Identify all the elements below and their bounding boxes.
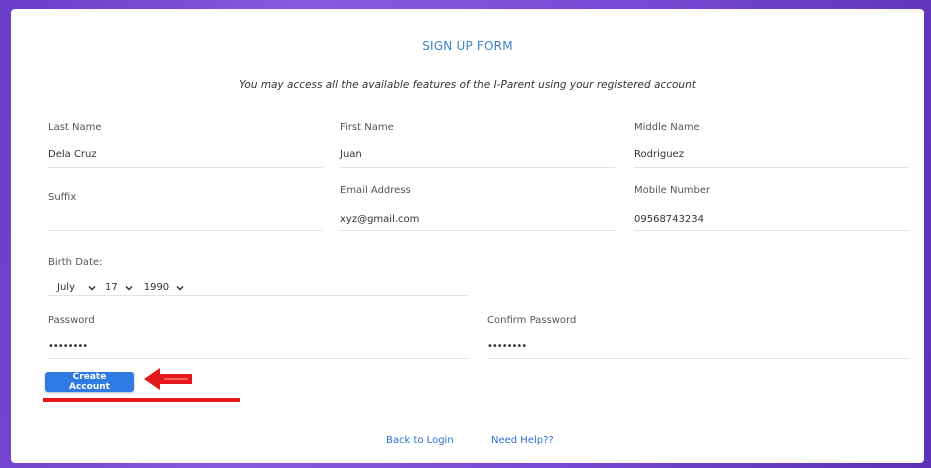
email-input[interactable]: xyz@gmail.com	[340, 214, 419, 225]
suffix-label: Suffix	[48, 192, 77, 203]
mobile-field[interactable]: Mobile Number 09568743234	[634, 185, 710, 225]
month-select[interactable]: July	[57, 282, 97, 293]
suffix-underline	[48, 230, 323, 231]
chevron-down-icon	[125, 285, 133, 291]
chevron-down-icon	[176, 285, 184, 291]
last-name-underline	[48, 167, 323, 168]
password-field[interactable]: Password ••••••••	[48, 315, 95, 352]
month-value: July	[57, 282, 75, 293]
middle-name-underline	[634, 167, 909, 168]
last-name-input[interactable]: Dela Cruz	[48, 149, 102, 160]
password-label: Password	[48, 315, 95, 326]
create-account-button[interactable]: Create Account	[45, 372, 134, 392]
confirm-password-input[interactable]: ••••••••	[487, 341, 576, 352]
middle-name-label: Middle Name	[634, 122, 700, 133]
email-underline	[340, 230, 615, 231]
red-underline-annotation	[43, 398, 240, 402]
first-name-input[interactable]: Juan	[340, 149, 394, 160]
middle-name-field[interactable]: Middle Name Rodriguez	[634, 122, 700, 160]
red-arrow-annotation-icon	[144, 368, 192, 390]
need-help-link[interactable]: Need Help??	[491, 435, 554, 446]
last-name-field[interactable]: Last Name Dela Cruz	[48, 122, 102, 160]
mobile-label: Mobile Number	[634, 185, 711, 196]
mobile-input[interactable]: 09568743234	[634, 214, 710, 225]
birth-date-field: Birth Date:	[48, 257, 102, 268]
birth-date-label: Birth Date:	[48, 257, 103, 268]
first-name-field[interactable]: First Name Juan	[340, 122, 394, 160]
back-to-login-link[interactable]: Back to Login	[386, 435, 454, 446]
password-input[interactable]: ••••••••	[48, 341, 95, 352]
first-name-label: First Name	[340, 122, 394, 133]
password-underline	[48, 358, 468, 359]
last-name-label: Last Name	[48, 122, 102, 133]
day-value: 17	[104, 282, 118, 293]
form-title: SIGN UP FORM	[422, 39, 513, 53]
confirm-password-label: Confirm Password	[487, 315, 577, 326]
form-subtitle: You may access all the available feature…	[239, 79, 696, 91]
email-label: Email Address	[340, 185, 411, 196]
email-field[interactable]: Email Address xyz@gmail.com	[340, 185, 419, 225]
birth-date-selects: July 17 1990	[57, 282, 185, 293]
mobile-underline	[634, 230, 909, 231]
chevron-down-icon	[88, 285, 96, 291]
year-select[interactable]: 1990	[144, 282, 185, 293]
birth-date-underline	[48, 295, 468, 296]
confirm-password-field[interactable]: Confirm Password ••••••••	[487, 315, 576, 352]
suffix-field[interactable]: Suffix	[48, 192, 76, 203]
signup-card: SIGN UP FORM You may access all the avai…	[11, 9, 924, 463]
middle-name-input[interactable]: Rodriguez	[634, 149, 700, 160]
day-select[interactable]: 17	[105, 282, 134, 293]
year-value: 1990	[143, 282, 170, 293]
first-name-underline	[340, 167, 615, 168]
confirm-password-underline	[487, 358, 909, 359]
